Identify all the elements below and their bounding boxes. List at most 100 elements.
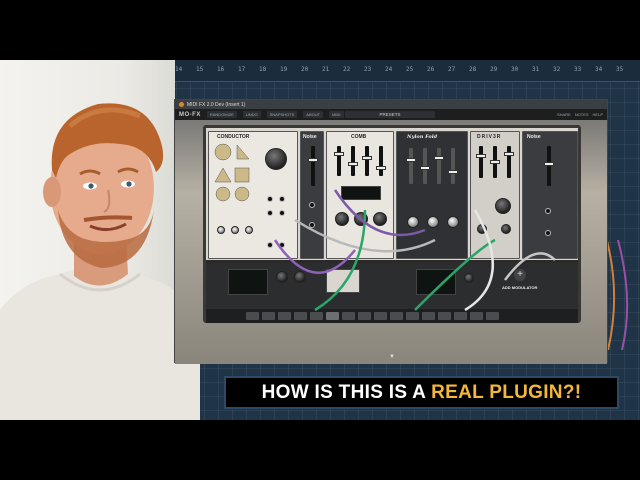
comb-knob[interactable] — [335, 212, 349, 226]
toolbar-button-randomize[interactable]: RANDOMIZE — [206, 111, 237, 118]
conductor-knob[interactable] — [245, 226, 253, 234]
notes-button[interactable]: NOTES — [575, 112, 589, 117]
ruler-tick-label: 24 — [385, 66, 393, 73]
ruler-tick-label: 25 — [406, 66, 414, 73]
timeline-ruler: 1314151617181920212223242526272829303132… — [148, 60, 640, 82]
patch-jack[interactable] — [309, 202, 315, 208]
noise-fader[interactable] — [544, 146, 554, 186]
window-titlebar[interactable]: MIDI FX 2.0 Dev (Insert 1) — [175, 100, 607, 109]
seq-step[interactable] — [390, 312, 403, 320]
ruler-tick-label: 23 — [364, 66, 372, 73]
patch-jack[interactable] — [267, 242, 273, 248]
presenter-photo — [0, 103, 200, 420]
driver-knob[interactable] — [495, 198, 511, 214]
toolbar-button-snapshots[interactable]: SNAPSHOTS — [266, 111, 298, 118]
plugin-toolbar: MO-FX RANDOMIZE UNDO SNAPSHOTS ABOUT MID… — [175, 109, 607, 120]
comb-fader[interactable] — [376, 146, 386, 176]
toolbar-button-about[interactable]: ABOUT — [303, 111, 324, 118]
module-label-conductor: CONDUCTOR — [217, 134, 250, 140]
seq-step[interactable] — [278, 312, 291, 320]
ruler-tick-label: 26 — [427, 66, 435, 73]
seq-step[interactable] — [262, 312, 275, 320]
lfo-knob[interactable] — [276, 271, 288, 283]
driver-knob[interactable] — [501, 224, 511, 234]
video-frame: 1314151617181920212223242526272829303132… — [0, 0, 640, 480]
toolbar-right: SHARE NOTES HELP — [557, 112, 603, 117]
module-noise-left: Noise — [300, 131, 324, 259]
seq-step[interactable] — [470, 312, 483, 320]
seq-step[interactable] — [438, 312, 451, 320]
seq-step[interactable] — [374, 312, 387, 320]
module-label-noise: Noise — [303, 134, 317, 140]
thumbnail: 1314151617181920212223242526272829303132… — [0, 60, 640, 420]
seq-step[interactable] — [310, 312, 323, 320]
comb-fader[interactable] — [362, 146, 372, 176]
comb-fader[interactable] — [348, 146, 358, 176]
nylon-fader[interactable] — [434, 148, 444, 184]
share-button[interactable]: SHARE — [557, 112, 571, 117]
seq-step[interactable] — [486, 312, 499, 320]
conductor-knob[interactable] — [231, 226, 239, 234]
patch-jack[interactable] — [279, 210, 285, 216]
nylon-knob[interactable] — [447, 216, 459, 228]
patch-jack[interactable] — [267, 210, 273, 216]
help-button[interactable]: HELP — [593, 112, 603, 117]
driver-fader[interactable] — [490, 146, 500, 178]
plus-icon[interactable]: + — [514, 269, 526, 281]
seq-step[interactable] — [294, 312, 307, 320]
patch-jack[interactable] — [545, 230, 551, 236]
toolbar-button-undo[interactable]: UNDO — [242, 111, 261, 118]
modulator-row: + ADD MODULATOR — [206, 263, 578, 309]
comb-knob[interactable] — [373, 212, 387, 226]
ruler-tick-label: 33 — [574, 66, 582, 73]
seq-step[interactable] — [342, 312, 355, 320]
ruler-tick-label: 17 — [238, 66, 246, 73]
patch-jack[interactable] — [279, 196, 285, 202]
preset-selector[interactable]: PRESETS — [345, 111, 435, 118]
ruler-tick-label: 28 — [469, 66, 477, 73]
module-driver: DRIV3R — [470, 131, 520, 259]
patch-jack[interactable] — [545, 208, 551, 214]
toolbar-button-midi[interactable]: MIDI — [329, 111, 344, 118]
seq-step[interactable] — [406, 312, 419, 320]
ruler-tick-label: 22 — [343, 66, 351, 73]
seq-step[interactable] — [326, 312, 339, 320]
ruler-tick-label: 18 — [259, 66, 267, 73]
ruler-tick-label: 32 — [553, 66, 561, 73]
comb-knob[interactable] — [354, 212, 368, 226]
nylon-knob[interactable] — [427, 216, 439, 228]
ruler-tick-label: 35 — [616, 66, 624, 73]
module-label-nylon: Nylon Fold — [407, 134, 438, 140]
lfo-knob[interactable] — [294, 271, 306, 283]
nylon-fader[interactable] — [420, 148, 430, 184]
driver-knob[interactable] — [477, 224, 487, 234]
noise-fader[interactable] — [308, 146, 318, 186]
ruler-tick-label: 16 — [217, 66, 225, 73]
seq-step[interactable] — [358, 312, 371, 320]
plugin-logo: MO-FX — [179, 111, 201, 118]
comb-display — [341, 186, 381, 200]
seq-step[interactable] — [422, 312, 435, 320]
nylon-knob[interactable] — [407, 216, 419, 228]
driver-fader[interactable] — [504, 146, 514, 178]
caption-highlight: REAL PLUGIN?! — [431, 381, 582, 403]
shape-buttons[interactable] — [213, 142, 253, 202]
patch-jack[interactable] — [309, 222, 315, 228]
nylon-fader[interactable] — [406, 148, 416, 184]
window-dot-icon[interactable] — [179, 102, 184, 107]
patch-jack[interactable] — [267, 196, 273, 202]
plugin-window[interactable]: MIDI FX 2.0 Dev (Insert 1) MO-FX RANDOMI… — [174, 99, 608, 364]
patch-jack[interactable] — [279, 242, 285, 248]
envelope-display — [416, 269, 456, 295]
seq-step[interactable] — [454, 312, 467, 320]
env-knob[interactable] — [464, 273, 474, 283]
window-title: MIDI FX 2.0 Dev (Insert 1) — [187, 101, 246, 108]
conductor-main-knob[interactable] — [265, 148, 287, 170]
driver-fader[interactable] — [476, 146, 486, 178]
conductor-knob[interactable] — [217, 226, 225, 234]
nylon-fader[interactable] — [448, 148, 458, 184]
comb-fader[interactable] — [334, 146, 344, 176]
module-noise-right: Noise — [522, 131, 578, 259]
seq-step[interactable] — [246, 312, 259, 320]
chevron-down-icon[interactable]: ▼ — [389, 354, 395, 360]
